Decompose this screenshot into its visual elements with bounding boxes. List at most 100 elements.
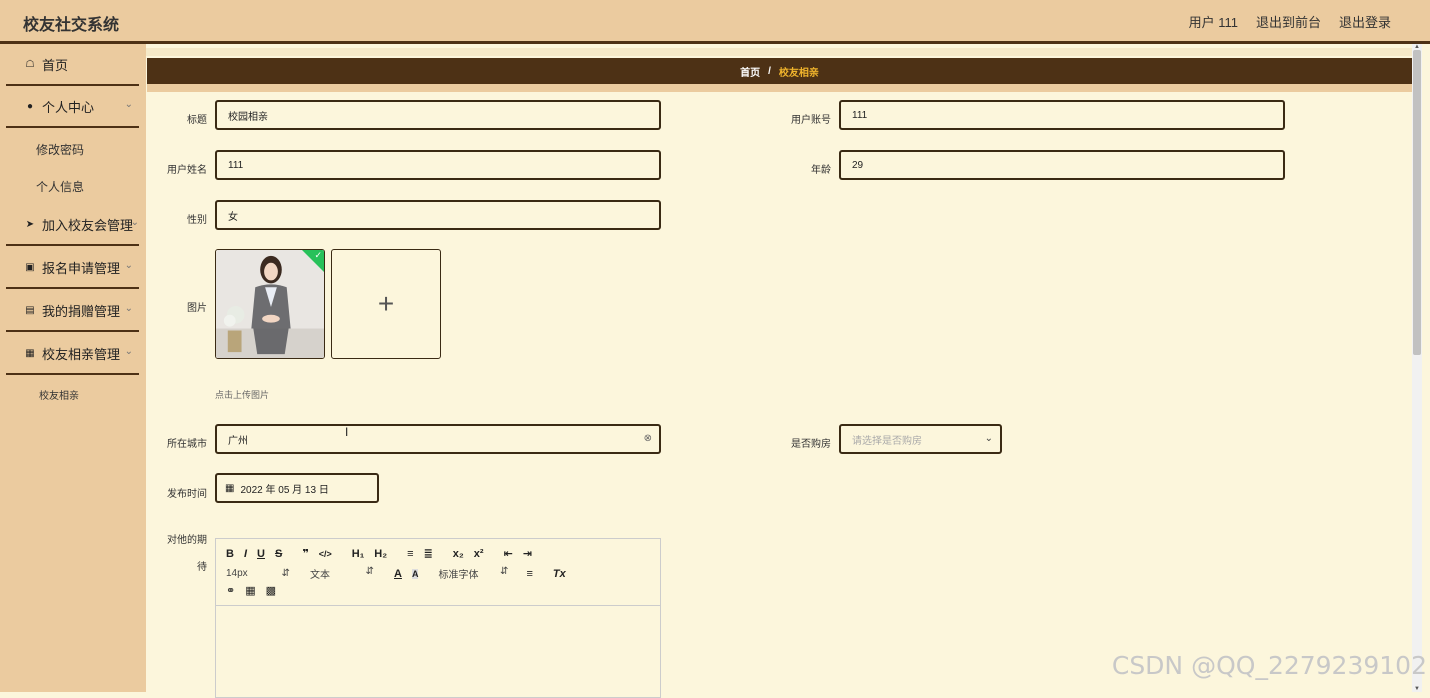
font-color-icon[interactable]: A: [394, 568, 402, 580]
content-divider: [147, 84, 1412, 92]
background-color-icon[interactable]: A: [411, 568, 419, 579]
name-value: 111: [228, 159, 244, 171]
uploaded-photo[interactable]: ✓: [215, 249, 325, 359]
account-label: 用户账号: [791, 115, 831, 126]
city-value: 广州: [228, 435, 248, 447]
chevron-down-icon: ⌄: [124, 346, 133, 357]
top-links: 用户 111 退出到前台 退出登录: [1189, 12, 1391, 31]
sidebar: ☖ 首页 ● 个人中心 ⌄ 修改密码 个人信息 ➤ 加入校友会管理 ⌄ ▣ 报名…: [0, 44, 146, 692]
font-size-select[interactable]: 14px ⇵: [226, 568, 290, 579]
to-front-link[interactable]: 退出到前台: [1256, 12, 1321, 31]
select-arrow-icon: ⇵: [281, 568, 290, 579]
h2-icon[interactable]: H₂: [374, 548, 387, 560]
plus-icon: +: [377, 288, 395, 319]
toolbar-row-2: 14px ⇵ 文本 ⇵ A A 标准字体 ⇵ ≡ Tx: [226, 566, 576, 581]
date-label: 发布时间: [167, 489, 207, 500]
chevron-down-icon: ⌄: [984, 433, 993, 444]
date-value: 2022 年 05 月 13 日: [240, 484, 329, 496]
breadcrumb-home[interactable]: 首页: [740, 64, 760, 79]
font-size-value: 14px: [226, 568, 248, 579]
h1-icon[interactable]: H₁: [352, 548, 365, 560]
sidebar-item-registration[interactable]: ▣ 报名申请管理 ⌄: [6, 247, 139, 289]
sidebar-subitem-change-password[interactable]: 修改密码: [36, 141, 84, 158]
sidebar-item-label: 加入校友会管理: [42, 217, 134, 233]
city-label: 所在城市: [167, 439, 207, 450]
toolbar-row-3: ⚭ ▦ ▩: [226, 584, 286, 597]
rich-text-editor[interactable]: B I U S ❞ </> H₁ H₂ ≡ ≣ x₂ x² ⇤ ⇥ 14px ⇵ …: [215, 538, 661, 698]
strike-icon[interactable]: S: [275, 548, 282, 560]
ordered-list-icon[interactable]: ≡: [407, 548, 413, 560]
top-bar: 校友社交系统 用户 111 退出到前台 退出登录: [0, 0, 1430, 44]
image-icon[interactable]: ▦: [245, 584, 255, 597]
breadcrumb: 首页 / 校友相亲: [147, 58, 1412, 84]
image-label: 图片: [187, 303, 207, 314]
font-family-select[interactable]: 标准字体 ⇵: [438, 566, 508, 581]
scroll-down-icon[interactable]: ▼: [1414, 686, 1420, 692]
upload-add-button[interactable]: +: [331, 249, 441, 359]
clear-format-icon[interactable]: Tx: [553, 568, 566, 580]
calendar-icon: ▦: [225, 482, 235, 494]
link-icon[interactable]: ⚭: [226, 584, 235, 597]
scrollbar-thumb[interactable]: [1413, 50, 1421, 355]
text-cursor-icon: I: [345, 425, 349, 439]
align-icon[interactable]: ≡: [526, 568, 532, 580]
chevron-down-icon: ⌄: [124, 260, 133, 271]
bullet-list-icon[interactable]: ≣: [424, 547, 433, 560]
underline-icon[interactable]: U: [257, 548, 265, 560]
house-label: 是否购房: [791, 439, 831, 450]
date-picker[interactable]: ▦ 2022 年 05 月 13 日: [215, 473, 379, 503]
user-icon: ●: [26, 100, 34, 112]
expect-label-cont: 待: [197, 562, 207, 573]
sidebar-item-home[interactable]: ☖ 首页: [6, 44, 139, 86]
sidebar-item-label: 首页: [42, 57, 69, 73]
breadcrumb-current: 校友相亲: [778, 67, 819, 79]
scrollbar[interactable]: ▲ ▼: [1412, 44, 1422, 692]
clipboard-icon: ▤: [25, 304, 35, 316]
house-select[interactable]: 请选择是否购房 ⌄: [839, 424, 1002, 454]
gender-label: 性别: [187, 215, 207, 226]
clear-icon[interactable]: ⊗: [644, 433, 652, 444]
gender-input[interactable]: 女: [215, 200, 661, 230]
sidebar-item-donation[interactable]: ▤ 我的捐赠管理 ⌄: [6, 290, 139, 332]
chevron-down-icon: ⌄: [124, 303, 133, 314]
title-value: 校园相亲: [228, 111, 268, 123]
sidebar-item-label: 报名申请管理: [42, 260, 121, 276]
subscript-icon[interactable]: x₂: [453, 548, 464, 560]
code-icon[interactable]: </>: [319, 549, 332, 559]
superscript-icon[interactable]: x²: [474, 548, 484, 560]
logout-link[interactable]: 退出登录: [1339, 12, 1391, 31]
video-icon[interactable]: ▩: [266, 584, 276, 597]
watermark: CSDN @QQ_2279239102: [1111, 651, 1427, 680]
age-input[interactable]: 29: [839, 150, 1285, 180]
sidebar-subitem-personal-info[interactable]: 个人信息: [36, 178, 84, 195]
chevron-down-icon: ⌄: [130, 217, 139, 228]
title-input[interactable]: 校园相亲: [215, 100, 661, 130]
send-icon: ➤: [25, 218, 35, 230]
select-arrow-icon: ⇵: [500, 566, 509, 577]
name-label: 用户姓名: [167, 165, 207, 176]
account-input[interactable]: 111: [839, 100, 1285, 130]
sidebar-item-label: 个人中心: [42, 99, 95, 115]
italic-icon[interactable]: I: [244, 548, 247, 560]
sidebar-subitem-dating[interactable]: 校友相亲: [39, 387, 79, 402]
name-input[interactable]: 111: [215, 150, 661, 180]
outdent-icon[interactable]: ⇤: [504, 547, 513, 560]
sidebar-item-join-alumni[interactable]: ➤ 加入校友会管理 ⌄: [6, 204, 139, 246]
city-input[interactable]: 广州 ⊗: [215, 424, 661, 454]
house-placeholder: 请选择是否购房: [852, 435, 922, 447]
grid-icon: ▦: [25, 347, 35, 359]
breadcrumb-separator: /: [768, 65, 771, 77]
chevron-down-icon: ⌄: [124, 99, 133, 110]
text-style-select[interactable]: 文本 ⇵: [310, 566, 374, 581]
indent-icon[interactable]: ⇥: [523, 547, 532, 560]
check-icon: ✓: [314, 250, 322, 260]
sidebar-item-label: 我的捐赠管理: [42, 303, 121, 319]
home-icon: ☖: [25, 58, 35, 70]
upload-tip: 点击上传图片: [215, 390, 270, 400]
briefcase-icon: ▣: [25, 261, 35, 273]
quote-icon[interactable]: ❞: [302, 547, 308, 560]
sidebar-item-dating[interactable]: ▦ 校友相亲管理 ⌄: [6, 333, 139, 375]
text-style-value: 文本: [310, 570, 330, 581]
sidebar-item-personal[interactable]: ● 个人中心 ⌄: [6, 86, 139, 128]
bold-icon[interactable]: B: [226, 548, 234, 560]
